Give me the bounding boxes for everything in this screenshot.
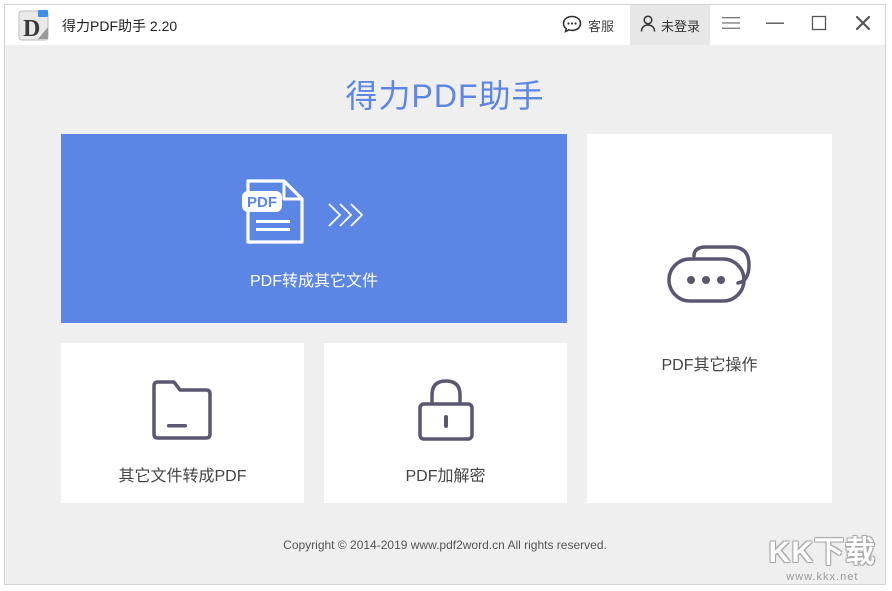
pdf-other-ops-label: PDF其它操作 [661,357,758,374]
watermark-url: www.kkx.net [786,571,859,583]
svg-text:D: D [23,16,40,42]
copyright-footer: Copyright © 2014-2019 www.pdf2word.cn Al… [283,538,607,552]
chevron-arrows-icon [327,202,369,233]
pdf-encrypt-card[interactable]: PDF加解密 [324,343,567,503]
site-watermark: KK下载 www.kkx.net [769,527,876,583]
window-title: 得力PDF助手 2.20 [62,18,178,34]
menu-button[interactable] [709,5,753,45]
login-button[interactable]: 未登录 [630,5,710,45]
watermark-logo: KK下载 [768,536,876,569]
folder-icon [150,378,214,447]
title-bar: D 得力PDF助手 2.20 客服 未登录 [5,5,885,45]
lock-icon [417,378,475,447]
maximize-icon [811,15,827,36]
app-window: D 得力PDF助手 2.20 客服 未登录 得力PDF助手 PDF PDF转成其… [4,4,886,585]
login-label: 未登录 [660,18,700,34]
pdf-to-other-card[interactable]: PDF PDF转成其它文件 [61,134,567,323]
pdf-to-other-label: PDF转成其它文件 [249,273,378,290]
service-label: 客服 [588,18,615,34]
minimize-button[interactable] [753,5,797,45]
pdf-encrypt-label: PDF加解密 [405,468,486,485]
close-button[interactable] [841,5,885,45]
close-icon [855,15,871,36]
svg-text:PDF: PDF [247,194,277,211]
other-to-pdf-label: 其它文件转成PDF [118,468,247,485]
app-logo: D [18,9,50,42]
chat-bubbles-icon [666,244,754,311]
main-title: 得力PDF助手 [345,78,545,114]
user-icon [640,15,656,35]
minimize-icon [766,16,784,35]
pdf-other-ops-card[interactable]: PDF其它操作 [587,134,832,503]
maximize-button[interactable] [797,5,841,45]
other-to-pdf-card[interactable]: 其它文件转成PDF [61,343,304,503]
customer-service-button[interactable]: 客服 [562,5,614,45]
hamburger-menu-icon [722,16,740,35]
chat-icon [562,15,582,36]
pdf-document-icon: PDF [242,178,308,251]
